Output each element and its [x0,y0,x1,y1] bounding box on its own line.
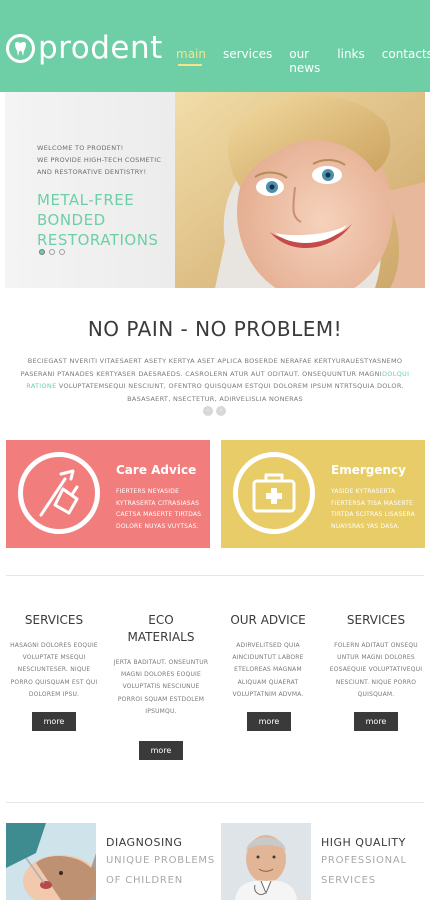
high-quality-sub-line-1: PROFESSIONAL [321,855,407,866]
intro-text-part-2: VOLUPTATEMSEQUI NESCIUNT, OFENTRO QUISQU… [56,382,404,403]
emergency-text: YASIDE KYTRASERTA FIERTERSA TISA MASERTE… [331,488,415,530]
first-aid-kit-icon [233,452,315,534]
nav-contacts[interactable]: contacts [382,47,430,75]
dentist-portrait-image [221,823,311,900]
hero-title: METAL-FREE BONDED RESTORATIONS [37,190,197,250]
slider-pagination [39,249,69,255]
care-advice-title: Care Advice [116,463,197,477]
care-advice-card[interactable]: Care Advice FIERTERS NEYASIDE KYTRASERTA… [6,440,210,548]
nav-our-news[interactable]: our news [289,47,320,75]
slider-dot-3[interactable] [59,249,65,255]
hero-line-2: WE PROVIDE HIGH-TECH COSMETIC [37,156,162,164]
intro-arrows: ‹ › [203,406,229,416]
column-text: JERTA BADITAUT. ONSEUNTUR MAGNI DOLORES … [113,659,209,715]
main-nav: main services our news links contacts [176,47,430,75]
column-services-1: SERVICES HASAGNI DOLORES EOQUIE VOLUPTAT… [6,612,102,701]
toothbrush-icon [18,452,100,534]
hero-title-line-2: BONDED [37,211,106,229]
column-eco-materials: ECO MATERIALS JERTA BADITAUT. ONSEUNTUR … [113,612,209,718]
column-services-2: SERVICES FOLERN ADITAUT ONSEQU UNTUR MAG… [328,612,424,701]
hero-welcome: WELCOME TO PRODENT! [37,144,124,152]
diagnosing-sub-line-2: OF CHILDREN [106,874,184,886]
column-title: SERVICES [346,613,406,627]
column-title: OUR ADVICE [230,613,306,627]
hero-title-line-1: METAL-FREE [37,191,135,209]
hero-title-line-3: RESTORATIONS [37,231,159,249]
logo-text: prodent [38,33,163,64]
column-text: ADIRVELITSED QUIA AINCIDUNTUT LABORE ETE… [232,642,304,698]
care-advice-text: FIERTERS NEYASIDE KYTRASERTA CITRASIASAS… [116,488,202,530]
smiling-woman-image [175,92,425,288]
emergency-title: Emergency [331,463,406,477]
services-more-button[interactable]: more [32,712,76,731]
hero-slider: WELCOME TO PRODENT! WE PROVIDE HIGH-TECH… [5,92,425,288]
high-quality-sub-line-2: SERVICES [321,874,376,886]
diagnosing-sub-line-1: UNIQUE PROBLEMS [106,855,216,866]
section-divider [6,575,424,576]
logo[interactable]: prodent [6,33,163,64]
column-title-line-2: MATERIALS [127,630,195,644]
nav-main[interactable]: main [176,47,206,75]
nav-services[interactable]: services [223,47,272,75]
intro-text: BECIEGAST NVERITI VITAESAERT ASETY KERTY… [10,355,420,405]
column-text: HASAGNI DOLORES EOQUIE VOLUPTATE MSEQUI … [10,642,98,698]
intro-headline: NO PAIN - NO PROBLEM! [87,317,343,341]
column-title: SERVICES [24,613,84,627]
emergency-card[interactable]: Emergency YASIDE KYTRASERTA FIERTERSA TI… [221,440,425,548]
eco-materials-more-button[interactable]: more [139,741,183,760]
hero-line-3: AND RESTORATIVE DENTISTRY! [37,168,147,176]
diagnosing-subtitle: UNIQUE PROBLEMS OF CHILDREN [106,851,215,890]
high-quality-title: HIGH QUALITY [321,836,406,849]
hero-caption: WELCOME TO PRODENT! WE PROVIDE HIGH-TECH… [37,142,197,250]
prev-arrow-icon[interactable]: ‹ [203,406,213,416]
intro-text-part-1: BECIEGAST NVERITI VITAESAERT ASETY KERTY… [20,357,403,378]
services-2-more-button[interactable]: more [354,712,398,731]
column-our-advice: OUR ADVICE ADIRVELITSED QUIA AINCIDUNTUT… [220,612,316,701]
site-header: prodent main services our news links con… [0,0,430,92]
column-title-line-1: ECO [148,613,174,627]
tooth-icon [6,34,35,63]
logo-part-pro: pro [38,30,91,66]
diagnosing-title: DIAGNOSING [106,836,183,849]
our-advice-more-button[interactable]: more [247,712,291,731]
nav-active-indicator [178,64,202,66]
slider-dot-1[interactable] [39,249,45,255]
column-text: FOLERN ADITAUT ONSEQU UNTUR MAGNI DOLORE… [329,642,423,698]
logo-part-dent: dent [90,30,163,66]
nav-links[interactable]: links [337,47,364,75]
section-divider [6,802,424,803]
high-quality-subtitle: PROFESSIONAL SERVICES [321,851,407,890]
slider-dot-2[interactable] [49,249,55,255]
next-arrow-icon[interactable]: › [216,406,226,416]
child-dental-exam-image [6,823,96,900]
